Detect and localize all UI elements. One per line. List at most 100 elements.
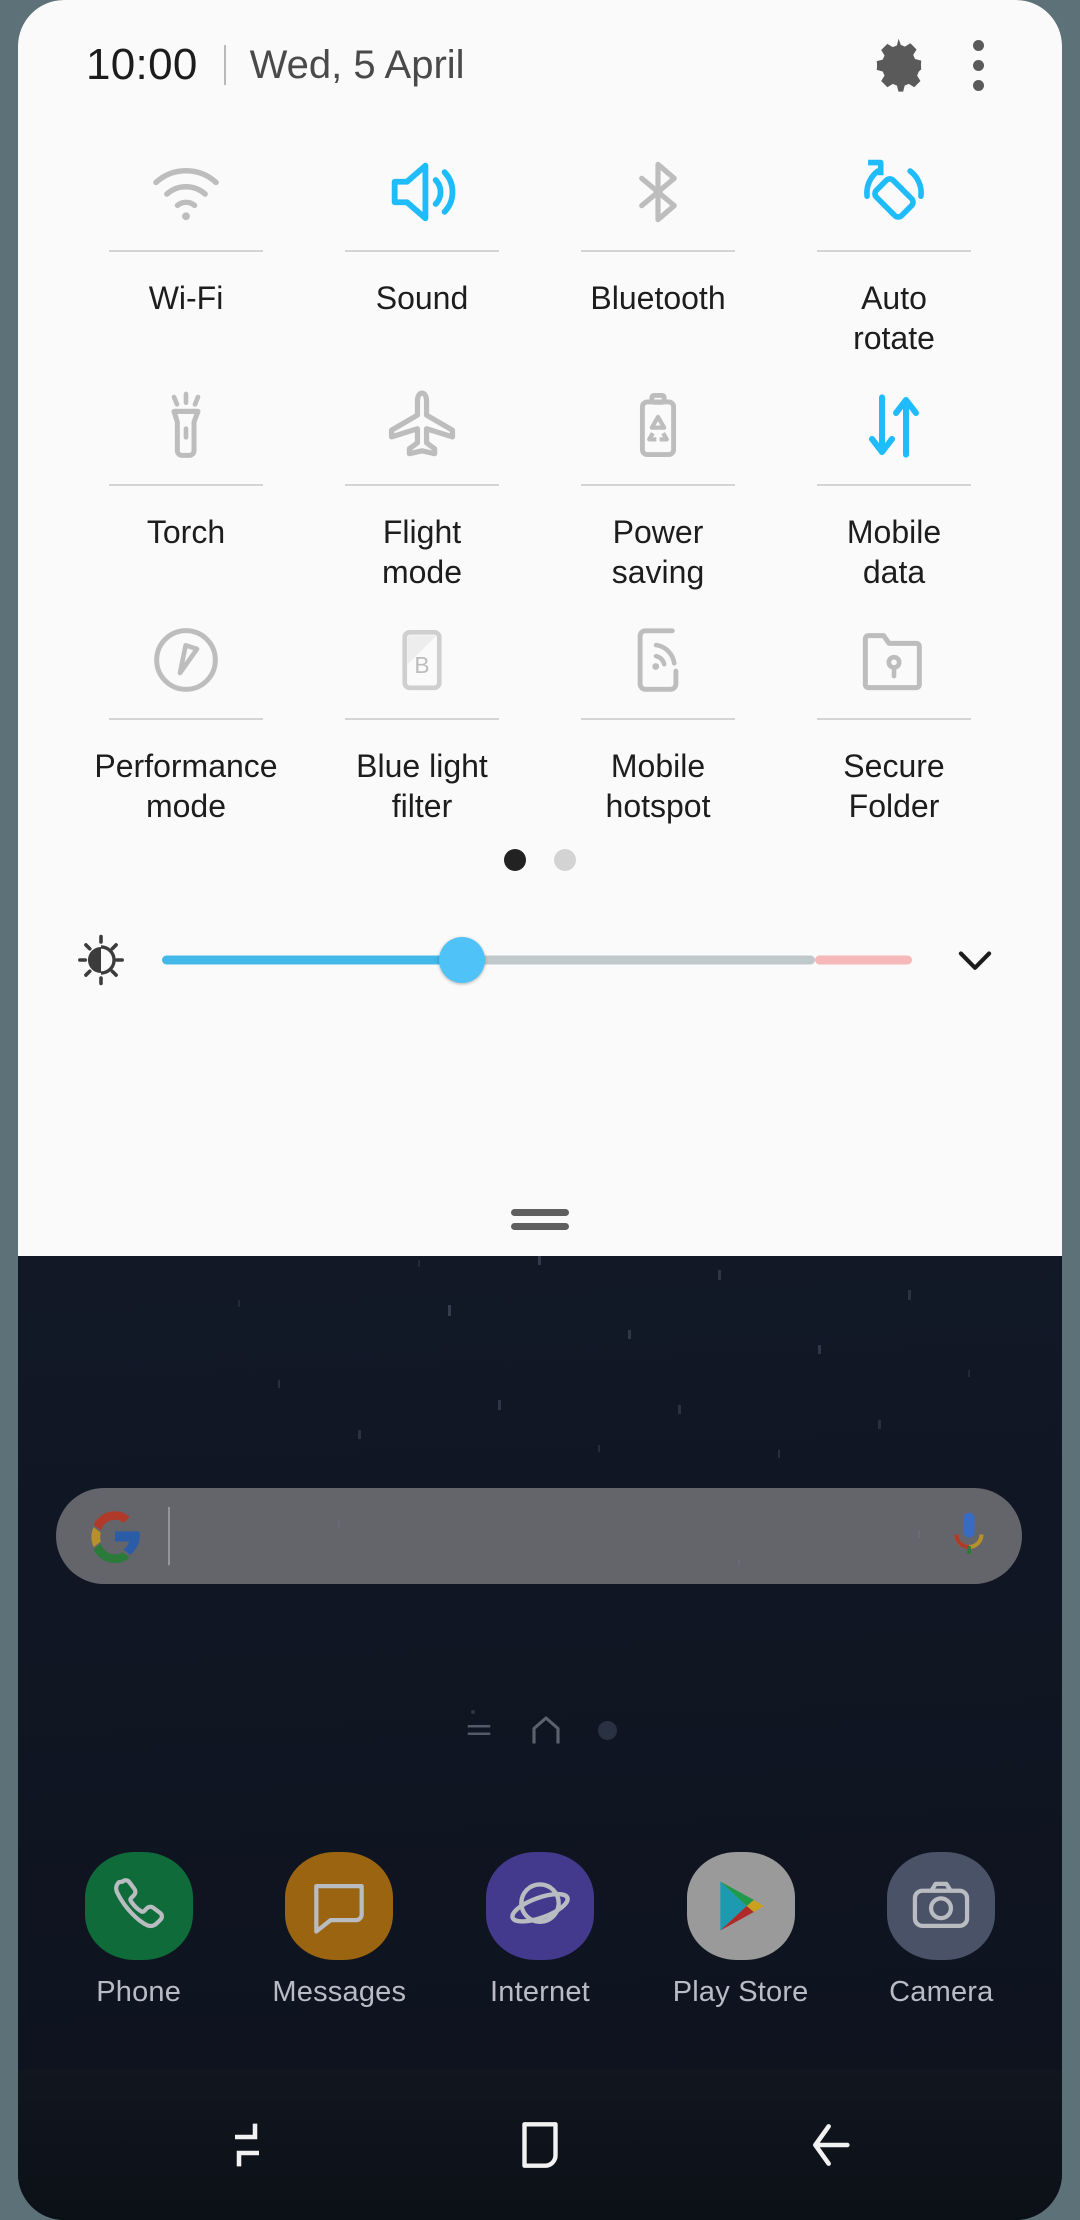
dock-app-label: Messages [272, 1976, 407, 2008]
phone-icon[interactable] [84, 1852, 193, 1960]
settings-button[interactable] [862, 28, 936, 102]
more-vertical-icon [972, 79, 984, 91]
brightness-icon [78, 934, 124, 986]
chevron-down-icon [958, 951, 992, 970]
tile-label: Bluetooth [590, 280, 726, 316]
more-vertical-icon [972, 59, 984, 71]
tile-label: Flight mode [381, 514, 463, 590]
tile-mobile-data[interactable]: Mobile data [776, 364, 1012, 598]
brightness-slider[interactable] [162, 935, 912, 985]
tile-label: Performance mode [94, 748, 278, 824]
tile-label: Sound [375, 280, 469, 316]
power-saving-icon [639, 393, 677, 458]
pagination-dot-inactive[interactable] [554, 849, 576, 871]
tile-divider [581, 718, 735, 720]
tile-divider [345, 718, 499, 720]
dock-app-messages[interactable]: Messages [259, 1852, 419, 2009]
bluetooth-icon [639, 161, 677, 223]
google-search-bar[interactable] [56, 1488, 1022, 1584]
messages-icon[interactable] [285, 1852, 394, 1960]
quick-settings-grid: Wi-Fi Sound Bluetooth Auto rotate Torch … [18, 130, 1062, 832]
navigation-bar [18, 2070, 1062, 2220]
tile-divider [581, 250, 735, 252]
internet-icon[interactable] [485, 1852, 594, 1960]
tile-label: Mobile data [846, 514, 942, 590]
mobile-data-icon [869, 394, 919, 458]
tile-divider [345, 484, 499, 486]
blue-light-icon: B [402, 629, 442, 691]
camera-icon[interactable] [887, 1852, 996, 1960]
search-input[interactable] [170, 1488, 950, 1584]
performance-icon [154, 628, 218, 692]
tile-sound[interactable]: Sound [304, 130, 540, 364]
tile-label: Power saving [611, 514, 705, 590]
dock-app-play-store[interactable]: Play Store [661, 1852, 821, 2009]
recents-icon [234, 2123, 259, 2167]
gear-icon [876, 39, 922, 92]
tile-divider [581, 484, 735, 486]
torch-icon [171, 391, 201, 458]
tile-flight-mode[interactable]: Flight mode [304, 364, 540, 598]
tile-performance-mode[interactable]: Performance mode [68, 598, 304, 832]
play-store-icon[interactable] [686, 1852, 795, 1960]
apps-page-icon[interactable] [464, 1715, 494, 1745]
brightness-row [18, 900, 1062, 1020]
tile-label: Torch [146, 514, 226, 550]
slider-thumb[interactable] [439, 937, 485, 983]
home-page-icon[interactable] [528, 1712, 564, 1748]
drag-handle-bar [511, 1223, 569, 1230]
auto-rotate-icon [864, 159, 924, 220]
home-dock: Phone Messages Internet Play Store Camer… [18, 1852, 1062, 2009]
tile-torch[interactable]: Torch [68, 364, 304, 598]
secure-folder-icon [862, 633, 922, 691]
tile-secure-folder[interactable]: Secure Folder [776, 598, 1012, 832]
home-page-indicator [18, 1712, 1062, 1748]
panel-drag-handle[interactable] [18, 1209, 1062, 1230]
home-button[interactable] [475, 2090, 605, 2200]
quick-settings-panel: 10:00 Wed, 5 April Wi-Fi Sound Bluetooth… [18, 0, 1062, 1256]
hotspot-icon [637, 628, 679, 692]
home-icon [522, 2122, 558, 2168]
clock-text: 10:00 [86, 40, 198, 89]
tile-auto-rotate[interactable]: Auto rotate [776, 130, 1012, 364]
dock-app-internet[interactable]: Internet [460, 1852, 620, 2009]
tile-wifi[interactable]: Wi-Fi [68, 130, 304, 364]
back-button[interactable] [769, 2090, 899, 2200]
wifi-icon [153, 167, 219, 221]
tile-label: Secure Folder [843, 748, 945, 824]
date-text: Wed, 5 April [249, 42, 465, 87]
dock-app-label: Play Store [672, 1976, 809, 2008]
flight-mode-icon [388, 390, 456, 457]
tile-bluetooth[interactable]: Bluetooth [540, 130, 776, 364]
slider-track [462, 955, 815, 965]
tile-label: Blue light filter [356, 748, 488, 824]
tile-label: Auto rotate [853, 280, 935, 356]
tile-divider [817, 484, 971, 486]
recents-button[interactable] [182, 2090, 312, 2200]
back-icon [812, 2124, 850, 2166]
pagination-dot-active[interactable] [504, 849, 526, 871]
page-dot[interactable] [597, 1720, 617, 1740]
slider-track-warning [814, 955, 912, 965]
tile-blue-light-filter[interactable]: B Blue light filter [304, 598, 540, 832]
google-g-icon [91, 1511, 140, 1563]
tile-divider [817, 250, 971, 252]
header-divider [223, 45, 226, 85]
tile-divider [109, 250, 263, 252]
drag-handle-bar [511, 1209, 569, 1216]
sound-icon [391, 162, 456, 222]
device-frame: Phone Messages Internet Play Store Camer… [0, 0, 1080, 2220]
expand-brightness-button[interactable] [940, 934, 1010, 986]
dock-app-label: Phone [96, 1976, 182, 2008]
brightness-button[interactable] [70, 933, 132, 987]
tile-power-saving[interactable]: Power saving [540, 364, 776, 598]
dock-app-camera[interactable]: Camera [861, 1852, 1021, 2009]
dock-app-phone[interactable]: Phone [59, 1852, 219, 2009]
tile-divider [109, 718, 263, 720]
microphone-icon[interactable] [950, 1511, 988, 1561]
tile-mobile-hotspot[interactable]: Mobile hotspot [540, 598, 776, 832]
tile-divider [817, 718, 971, 720]
tile-label: Mobile hotspot [605, 748, 711, 824]
quick-settings-pagination [18, 838, 1062, 882]
overflow-menu-button[interactable] [936, 23, 1020, 107]
